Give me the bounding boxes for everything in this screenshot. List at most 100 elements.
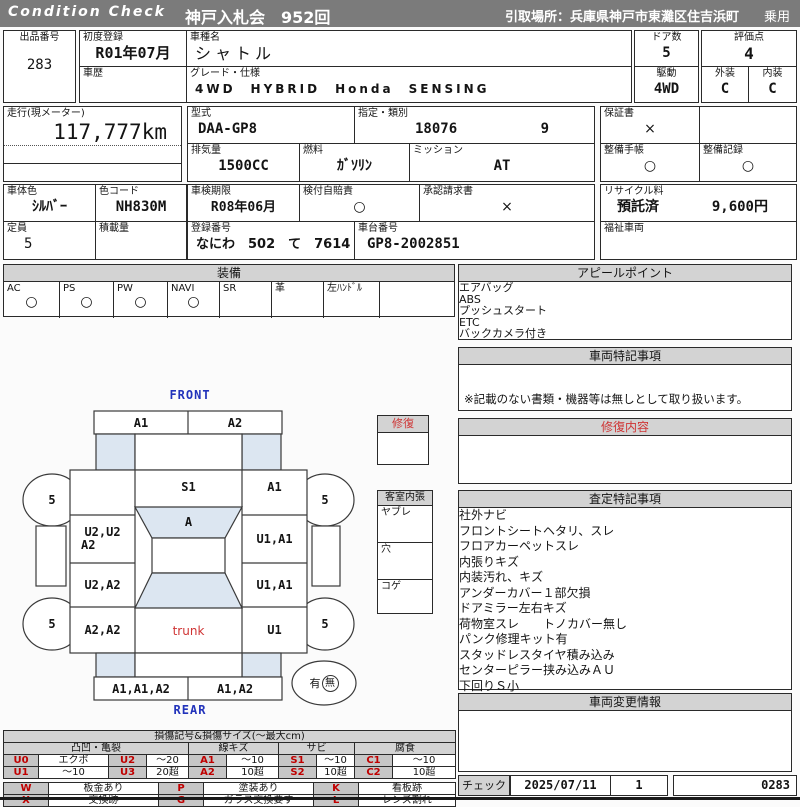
insurance-cell: 検付自賠責 ○ (299, 184, 420, 222)
vehicle-notes-title: 車両特記事項 (459, 348, 791, 365)
grade-value: 4WD HYBRID Honda SENSING (195, 82, 490, 96)
assessment-item: パンク修理キット有 (459, 632, 568, 646)
repair-content-title: 修復内容 (459, 419, 791, 436)
trunk-label: trunk (172, 624, 205, 638)
model-name-label: 車種名 (190, 32, 220, 43)
assessment-item: フロントシートヘタリ、スレ (459, 523, 615, 538)
welfare-vehicle-label: 福祉車両 (604, 223, 644, 234)
spare-tire-present-label: 有 (309, 677, 321, 690)
drive-cell: 駆動 4WD (634, 66, 699, 103)
left-rear-door-marks: U2,A2 (84, 578, 121, 592)
equipment-item-leather: 革 (272, 282, 324, 318)
displacement-label: 排気量 (191, 145, 221, 156)
warranty-spare-cell (699, 106, 797, 144)
assessment-notes-title: 査定特記事項 (459, 491, 791, 508)
mileage-cell: 走行(現メーター) 117,777km (3, 106, 182, 182)
recycle-status: 預託済 (617, 199, 659, 215)
tire-rear-left-depth: 5 (48, 617, 56, 631)
assessment-notes-section: 査定特記事項 社外ナビ フロントシートヘタリ、スレ フロアカーペットスレ 内張り… (458, 490, 792, 693)
transmission-label: ミッション (413, 145, 463, 156)
maintenance-record-value: ○ (741, 158, 755, 174)
check-date: 2025/07/11 (511, 776, 611, 795)
title-bar: Condition Check 神戸入札会 952回 引取場所：兵庫県神戸市東灘… (0, 0, 800, 27)
class-code-cell: 指定・類別 18076 9 (354, 106, 595, 144)
change-info-title: 車両変更情報 (459, 694, 791, 711)
model-name-value: シャトル (195, 44, 276, 63)
type-code-cell: 型式 DAA-GP8 (187, 106, 355, 144)
grade-cell: グレード・仕様 4WD HYBRID Honda SENSING (186, 66, 632, 103)
change-info-section: 車両変更情報 (458, 693, 792, 772)
exterior-grade-label: 外装 (715, 68, 735, 79)
legend-group-rust: サビ (278, 742, 355, 755)
tire-front-left-depth: 5 (48, 493, 56, 507)
equipment-item-ac: AC ○ (4, 282, 60, 318)
approval-request-value: × (501, 199, 513, 215)
equipment-item-lhd: 左ﾊﾝﾄﾞﾙ (324, 282, 380, 318)
check-label: チェック (462, 779, 506, 792)
equipment-item-pw: PW ○ (114, 282, 168, 318)
capacity-value: 5 (24, 236, 33, 252)
appeal-points-section: アピールポイント エアバッグ ABS プッシュスタート ETC バックカメラ付き (458, 264, 792, 340)
legend-title: 損傷記号&損傷サイズ(〜最大cm) (2, 730, 457, 743)
transmission-cell: ミッション AT (409, 143, 595, 182)
exterior-grade-cell: 外装 C (701, 66, 749, 103)
registration-number-cell: 登録番号 なにわ 502 て 7614 (187, 221, 355, 260)
interior-grade-label: 内装 (762, 68, 783, 79)
assessment-item: 社外ナビ (459, 508, 508, 522)
chassis-number-label: 車台番号 (358, 223, 398, 234)
class-code-value-2: 9 (540, 121, 549, 137)
right-rear-door-marks: U1,A1 (256, 578, 293, 592)
fuel-cell: 燃料 ｶﾞｿﾘﾝ (299, 143, 410, 182)
maintenance-book-value: ○ (643, 158, 657, 174)
welfare-vehicle-cell: 福祉車両 (600, 221, 797, 260)
drive-value: 4WD (653, 81, 680, 97)
interior-grade-cell: 内装 C (748, 66, 797, 103)
right-front-door-marks: U1,A1 (256, 532, 293, 546)
equipment-mark-navi: ○ (187, 294, 200, 310)
approval-request-label: 承認請求書 (423, 186, 473, 197)
class-code-label: 指定・類別 (358, 108, 408, 119)
assessment-item: 荷物室スレ トノカバー無し (459, 616, 628, 631)
fuel-label: 燃料 (303, 145, 323, 156)
inspection-expiry-label: 車検期限 (191, 186, 231, 197)
interior-lining-title: 客室内張 (378, 491, 432, 506)
class-code-value-1: 18076 (415, 121, 458, 137)
score-cell: 評価点 4 (701, 30, 797, 67)
type-code-label: 型式 (191, 108, 211, 119)
lot-number-cell: 出品番号 283 (3, 30, 76, 103)
mileage-value: 117,777km (53, 120, 167, 144)
repair-flag-box: 修復 (377, 415, 429, 465)
exterior-grade-value: C (720, 81, 730, 97)
recycle-fee-cell: リサイクル料 預託済 9,600円 (600, 184, 797, 222)
interior-lining-row-tear: ヤブレ (378, 506, 432, 543)
capacity-label: 定員 (7, 223, 27, 234)
maintenance-book-label: 整備手帳 (604, 145, 644, 156)
interior-lining-row-hole: 穴 (378, 543, 432, 580)
damage-marks-table: W 板金あり P 塗装あり K 看板跡 X 交換跡 G ガラス交換要す L レン… (3, 782, 456, 807)
check-number: 1 (635, 778, 643, 792)
score-value: 4 (744, 44, 754, 63)
car-history-cell: 車歴 (79, 66, 187, 103)
assessment-item: 下回りＳ小 (459, 678, 520, 693)
spare-tire-absent-mark: 無 (321, 674, 339, 692)
interior-lining-row-burn: コゲ (381, 581, 401, 592)
chassis-number-value: GP8-2002851 (367, 236, 460, 252)
repair-flag-title: 修復 (378, 416, 428, 433)
doors-value: 5 (662, 45, 671, 61)
legend-group-dent: 凸凹・亀裂 (3, 742, 189, 755)
maintenance-record-label: 整備記録 (703, 145, 743, 156)
drive-label: 駆動 (656, 68, 677, 79)
displacement-value: 1500CC (218, 158, 269, 174)
vehicle-notes-text: ※記載のない書類・機器等は無しとして取り扱います。 (464, 391, 749, 406)
damage-legend: 損傷記号&損傷サイズ(〜最大cm) 凸凹・亀裂 線キズ サビ 腐食 U0 エクボ… (2, 730, 457, 807)
assessment-item: スタッドレスタイヤ積み込み (459, 647, 615, 662)
insurance-label: 検付自賠責 (303, 186, 353, 197)
equipment-mark-pw: ○ (134, 294, 147, 310)
displacement-cell: 排気量 1500CC (187, 143, 300, 182)
car-history-label: 車歴 (83, 68, 103, 79)
equipment-mark-ps: ○ (80, 294, 93, 310)
first-registration-cell: 初度登録 R01年07月 (79, 30, 187, 67)
equipment-item-blank (380, 282, 454, 318)
lot-number-value: 283 (26, 57, 53, 73)
check-date-cell: 2025/07/11 1 (510, 775, 668, 796)
